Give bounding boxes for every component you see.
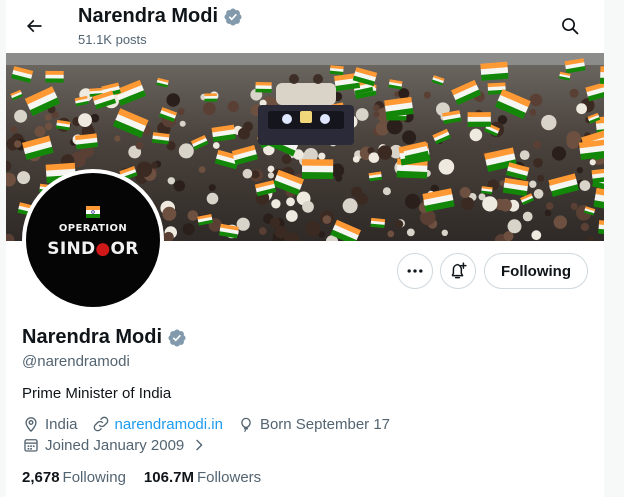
link-icon bbox=[93, 416, 108, 432]
profile-avatar[interactable]: OPERATION SIND●OR bbox=[22, 169, 164, 311]
following-stat[interactable]: 2,678 Following bbox=[22, 469, 126, 486]
notifications-button[interactable] bbox=[440, 253, 476, 289]
balloon-icon bbox=[241, 417, 251, 433]
verified-badge-icon bbox=[224, 7, 242, 26]
profile-joined-row[interactable]: Joined January 2009 bbox=[22, 436, 220, 454]
website-item: narendramodi.in bbox=[92, 415, 223, 433]
location-pin-icon bbox=[25, 417, 37, 433]
back-arrow-icon bbox=[26, 19, 42, 33]
followers-label: Followers bbox=[196, 469, 262, 486]
search-button[interactable] bbox=[552, 8, 588, 44]
avatar-text-sindoor-mark: ● bbox=[95, 239, 111, 259]
header-title: Narendra Modi bbox=[78, 5, 243, 28]
verified-badge-icon[interactable] bbox=[167, 328, 187, 348]
more-button[interactable] bbox=[397, 253, 433, 289]
avatar-text-sindoor-start: SIND bbox=[47, 239, 96, 259]
profile-handle: @narendramodi bbox=[22, 353, 130, 370]
avatar-image: OPERATION SIND●OR bbox=[26, 173, 160, 307]
more-icon bbox=[407, 269, 423, 273]
bell-plus-icon bbox=[451, 262, 467, 279]
birthday-item: Born September 17 bbox=[237, 415, 390, 433]
back-button[interactable] bbox=[16, 8, 52, 44]
joined-text: Joined January 2009 bbox=[45, 436, 185, 454]
following-button[interactable]: Following bbox=[484, 253, 588, 289]
india-flag-icon bbox=[86, 206, 100, 218]
profile-display-name: Narendra Modi bbox=[22, 326, 163, 348]
chevron-right-icon bbox=[196, 439, 203, 451]
avatar-text-operation: OPERATION bbox=[58, 223, 128, 234]
website-link[interactable]: narendramodi.in bbox=[115, 416, 223, 433]
header-name: Narendra Modi bbox=[78, 5, 219, 27]
calendar-icon bbox=[24, 439, 38, 452]
profile-name: Narendra Modi bbox=[22, 326, 187, 349]
profile-bio: Prime Minister of India bbox=[22, 385, 172, 402]
location-text: India bbox=[45, 415, 78, 433]
header-posts-count: 51.1K posts bbox=[78, 32, 147, 47]
location-item: India bbox=[22, 415, 78, 433]
profile-stats: 2,678 Following 106.7M Followers bbox=[22, 469, 261, 486]
followers-count: 106.7M bbox=[143, 469, 194, 486]
top-bar: Narendra Modi 51.1K posts bbox=[6, 0, 604, 53]
search-icon bbox=[562, 18, 579, 35]
following-label: Following bbox=[62, 469, 126, 486]
profile-page: Narendra Modi 51.1K posts OPERATION SIND… bbox=[6, 0, 604, 497]
birthday-text: Born September 17 bbox=[259, 415, 391, 433]
avatar-text-sindoor-end: OR bbox=[110, 239, 139, 259]
profile-meta-row: India narendramodi.in Born September 17 bbox=[22, 415, 404, 433]
following-count: 2,678 bbox=[22, 469, 60, 486]
followers-stat[interactable]: 106.7M Followers bbox=[144, 469, 261, 486]
avatar-text-sindoor: SIND●OR bbox=[26, 239, 160, 259]
joined-item[interactable]: Joined January 2009 bbox=[22, 436, 206, 454]
